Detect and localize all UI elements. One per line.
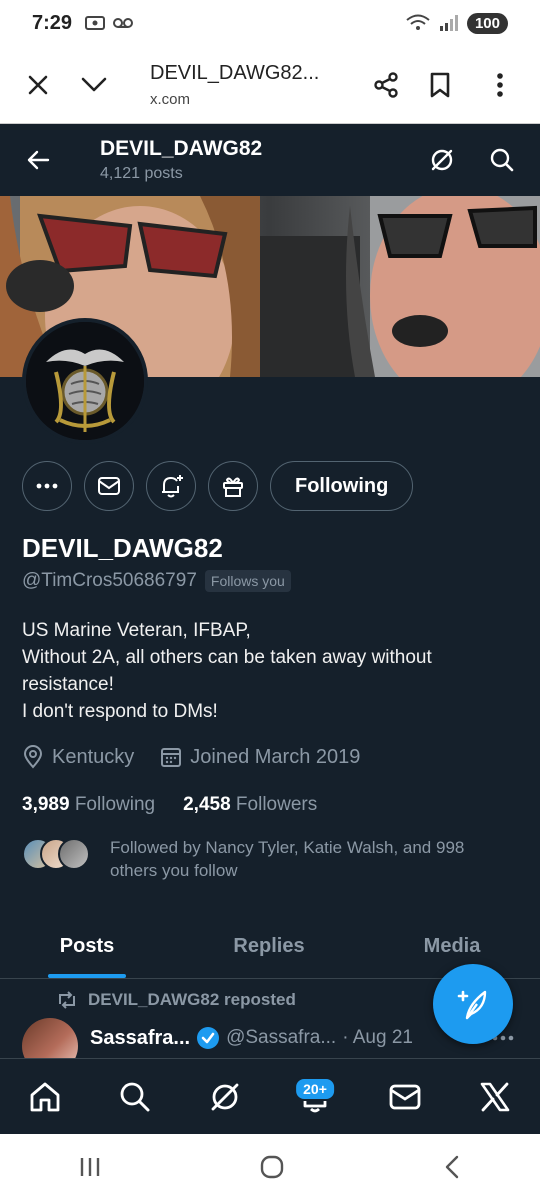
- nav-x[interactable]: [465, 1067, 525, 1127]
- follow-stats: 3,989 Following 2,458 Followers: [22, 794, 317, 816]
- tweet-date: · Aug 21: [342, 1027, 413, 1048]
- followed-by-text: Followed by Nancy Tyler, Katie Walsh, an…: [110, 838, 465, 880]
- more-options-button[interactable]: [480, 65, 520, 105]
- profile-header: DEVIL_DAWG82 4,121 posts: [0, 124, 540, 196]
- system-nav: [0, 1134, 540, 1200]
- verified-icon: [197, 1027, 220, 1049]
- followers-label: Followers: [235, 794, 318, 815]
- location-icon: [23, 745, 43, 769]
- calendar-icon: [161, 748, 182, 767]
- message-button[interactable]: [84, 461, 134, 511]
- retweet-icon: [59, 991, 75, 1009]
- bio-line: US Marine Veteran, IFBAP,: [22, 620, 251, 641]
- chevron-down-icon: [81, 77, 107, 91]
- close-button[interactable]: [18, 65, 58, 105]
- back-arrow-icon: [27, 150, 50, 170]
- notifications-badge: 20+: [294, 1076, 336, 1101]
- mutual-avatars: [22, 838, 90, 872]
- bio-line: I don't respond to DMs!: [22, 701, 218, 722]
- back-button[interactable]: [18, 140, 58, 180]
- profile-meta: Kentucky Joined March 2019: [22, 745, 360, 769]
- following-label: Following: [74, 794, 156, 815]
- bookmark-button[interactable]: [420, 65, 460, 105]
- location-item: Kentucky: [22, 745, 134, 769]
- search-button[interactable]: [482, 140, 522, 180]
- notify-button[interactable]: [146, 461, 196, 511]
- x-logo-icon: [480, 1082, 510, 1111]
- bottom-nav: 20+: [0, 1058, 540, 1134]
- tweet-author-avatar[interactable]: [22, 1018, 78, 1058]
- joined-item: Joined March 2019: [160, 746, 360, 769]
- status-time: 7:29: [32, 11, 73, 34]
- marine-emblem: [26, 322, 144, 440]
- compose-icon: [457, 990, 487, 1020]
- share-button[interactable]: [366, 65, 406, 105]
- search-icon: [120, 1082, 150, 1111]
- followers-count: 2,458: [183, 794, 231, 815]
- joined-text: Joined March 2019: [190, 745, 361, 768]
- bio-line: resistance!: [22, 674, 114, 695]
- tweet-author-name[interactable]: Sassafra...: [90, 1027, 190, 1050]
- followers-stat[interactable]: 2,458 Followers: [183, 794, 317, 816]
- followed-by[interactable]: Followed by Nancy Tyler, Katie Walsh, an…: [22, 836, 510, 882]
- signal-icon: [439, 15, 458, 31]
- nav-notifications[interactable]: 20+: [285, 1067, 345, 1127]
- compose-button[interactable]: [433, 964, 513, 1044]
- nav-home[interactable]: [15, 1067, 75, 1127]
- page-title: DEVIL_DAWG82...: [150, 61, 320, 84]
- header-name: DEVIL_DAWG82: [100, 137, 263, 160]
- more-button[interactable]: [22, 461, 72, 511]
- bell-plus-icon: [162, 475, 183, 498]
- mutual-avatar: [58, 838, 90, 870]
- recent-apps-icon[interactable]: [78, 1156, 102, 1178]
- nav-search[interactable]: [105, 1067, 165, 1127]
- back-icon[interactable]: [442, 1154, 462, 1180]
- page-url: x.com: [150, 90, 191, 108]
- battery-indicator: 100: [466, 12, 508, 34]
- close-icon: [28, 75, 48, 94]
- share-icon: [374, 71, 398, 98]
- home-icon: [30, 1082, 60, 1111]
- header-posts-count: 4,121 posts: [100, 165, 183, 182]
- bookmark-icon: [430, 72, 450, 97]
- handle-row: @TimCros50686797 Follows you: [22, 570, 291, 592]
- following-stat[interactable]: 3,989 Following: [22, 794, 155, 816]
- grok-icon: [431, 149, 453, 171]
- following-button[interactable]: Following: [270, 461, 414, 511]
- repost-label: DEVIL_DAWG82 reposted: [88, 990, 296, 1009]
- browser-title-block: DEVIL_DAWG82... x.com: [150, 62, 319, 108]
- search-icon: [490, 148, 514, 172]
- following-count: 3,989: [22, 794, 70, 815]
- follows-you-badge: Follows you: [204, 570, 291, 592]
- nav-grok[interactable]: [195, 1067, 255, 1127]
- mail-icon: [389, 1084, 421, 1109]
- mail-icon: [98, 477, 120, 495]
- header-title-block: DEVIL_DAWG82 4,121 posts: [100, 137, 262, 183]
- screen-record-icon: [85, 16, 106, 30]
- bio-line: Without 2A, all others can be taken away…: [22, 647, 432, 668]
- profile-avatar[interactable]: [22, 318, 148, 444]
- status-bar: 7:29 100: [0, 0, 540, 46]
- more-icon: [36, 483, 58, 489]
- repost-indicator: DEVIL_DAWG82 reposted: [56, 990, 296, 1010]
- expand-button[interactable]: [74, 65, 114, 105]
- tab-posts[interactable]: Posts: [0, 915, 174, 978]
- grok-button[interactable]: [422, 140, 462, 180]
- gift-icon: [223, 477, 243, 497]
- tab-replies[interactable]: Replies: [174, 915, 364, 978]
- more-vert-icon: [497, 72, 503, 97]
- gift-button[interactable]: [208, 461, 258, 511]
- home-button-icon[interactable]: [259, 1154, 285, 1180]
- tweet-author-handle: @Sassafra...: [226, 1027, 337, 1048]
- grok-icon: [211, 1083, 239, 1110]
- display-name: DEVIL_DAWG82: [22, 533, 223, 563]
- nav-messages[interactable]: [375, 1067, 435, 1127]
- profile-bio: US Marine Veteran, IFBAP, Without 2A, al…: [22, 617, 518, 725]
- wifi-icon: [406, 14, 430, 30]
- voicemail-icon: [113, 18, 134, 28]
- profile-actions: Following: [22, 460, 414, 512]
- location-text: Kentucky: [52, 745, 135, 768]
- user-handle: @TimCros50686797: [22, 570, 197, 591]
- browser-bar: DEVIL_DAWG82... x.com: [0, 46, 540, 124]
